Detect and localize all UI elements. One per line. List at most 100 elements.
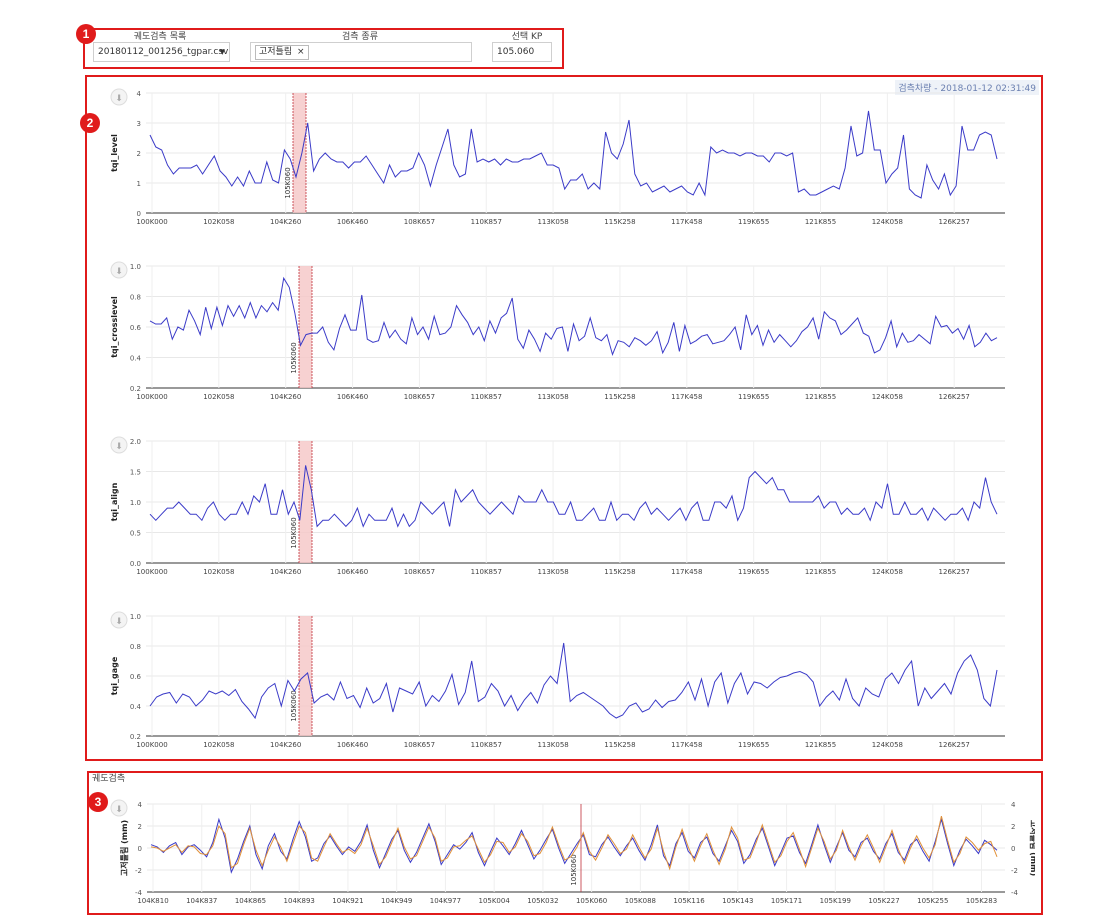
x-tick-label: 104K810 (137, 897, 168, 905)
y-axis-label: tqi_gage (110, 656, 119, 695)
x-tick-label: 110K857 (471, 393, 502, 401)
x-tick-label: 104K977 (430, 897, 461, 905)
x-tick-label: 104K260 (270, 741, 301, 749)
y-tick-label: 0.2 (130, 733, 141, 741)
x-tick-label: 119K655 (738, 741, 769, 749)
x-tick-label: 105K143 (722, 897, 753, 905)
x-tick-label: 104K837 (186, 897, 217, 905)
x-tick-label: 124K058 (872, 218, 903, 226)
x-tick-label: 124K058 (872, 568, 903, 576)
tqi-align-chart: ⬇ 0.0 0.5 1.0 1.5 2.0 100K000 102K058 104K260 106… (110, 436, 1005, 576)
download-icon[interactable]: ⬇ (110, 436, 128, 454)
y-tick-label: 0 (138, 845, 142, 853)
y-axis-label: tqi_crosslevel (110, 296, 119, 358)
y-tick-label: 2 (137, 150, 141, 158)
y-axis-label: tqi_align (110, 482, 119, 521)
x-tick-label: 126K257 (939, 393, 970, 401)
x-tick-label: 100K000 (136, 218, 167, 226)
selected-kp-highlight (293, 93, 306, 213)
series-line (149, 642, 998, 720)
x-tick-label: 113K058 (537, 218, 568, 226)
y-tick-label: 1.0 (130, 263, 141, 271)
download-icon[interactable]: ⬇ (110, 261, 128, 279)
x-tick-label: 100K000 (136, 568, 167, 576)
kp-marker-label: 105K060 (284, 167, 292, 198)
x-tick-label: 104K260 (270, 393, 301, 401)
x-tick-label: 104K921 (332, 897, 363, 905)
x-tick-label: 119K655 (738, 568, 769, 576)
y-tick-label: 0.0 (130, 560, 141, 568)
x-tick-label: 104K865 (235, 897, 266, 905)
y-tick-label: 0.6 (130, 673, 142, 681)
x-tick-label: 115K258 (604, 568, 635, 576)
x-tick-label: 108K657 (404, 741, 435, 749)
y-tick-label: 0 (137, 210, 141, 218)
x-tick-label: 115K258 (604, 393, 635, 401)
close-icon[interactable]: × (297, 47, 305, 57)
y-tick-label: 1.5 (130, 469, 141, 477)
y-tick-label: 0.8 (130, 294, 141, 302)
selected-kp-highlight (299, 616, 312, 736)
x-tick-label: 126K257 (939, 568, 970, 576)
x-tick-label: 105K088 (625, 897, 656, 905)
kp-marker-label: 105K060 (570, 854, 578, 885)
x-tick-label: 115K258 (604, 218, 635, 226)
x-tick-label: 110K857 (471, 741, 502, 749)
series-line (149, 276, 998, 357)
x-tick-label: 113K058 (537, 393, 568, 401)
x-tick-label: 121K855 (805, 218, 836, 226)
download-icon[interactable]: ⬇ (110, 88, 128, 106)
y2-tick-label: -4 (1011, 889, 1019, 897)
x-tick-label: 105K255 (917, 897, 948, 905)
y-tick-label: -2 (135, 867, 142, 875)
y-tick-label: 0.5 (130, 530, 141, 538)
inspection-type-label: 검측 종류 (342, 32, 378, 42)
svg-text:⬇: ⬇ (115, 94, 123, 104)
x-tick-label: 105K004 (478, 897, 510, 905)
x-tick-label: 102K058 (203, 741, 234, 749)
x-tick-label: 106K460 (337, 741, 368, 749)
x-tick-label: 110K857 (471, 218, 502, 226)
kp-input[interactable]: 105.060 (492, 42, 552, 62)
svg-text:⬇: ⬇ (115, 617, 123, 627)
x-tick-label: 106K460 (337, 568, 368, 576)
x-tick-label: 121K855 (805, 568, 836, 576)
selected-kp-highlight (299, 441, 312, 563)
track-geometry-chart: ⬇ -4 -4 -2 -2 0 0 2 2 4 4 104K810 104K837 104K865 104K… (110, 799, 1035, 905)
x-tick-label: 117K458 (671, 568, 702, 576)
x-tick-label: 105K283 (966, 897, 997, 905)
inspection-type-chip[interactable]: 고저틀림 × (255, 45, 309, 60)
x-tick-label: 105K171 (771, 897, 802, 905)
chevron-down-icon[interactable]: ▼ (220, 43, 225, 61)
x-tick-label: 106K460 (337, 393, 368, 401)
x-tick-label: 102K058 (203, 568, 234, 576)
x-tick-label: 105K199 (820, 897, 851, 905)
y-axis-label: tqi_level (110, 134, 119, 172)
download-icon[interactable]: ⬇ (110, 611, 128, 629)
x-tick-label: 124K058 (872, 393, 903, 401)
series-line (149, 465, 998, 528)
x-tick-label: 108K657 (404, 568, 435, 576)
y-tick-label: 2.0 (130, 438, 141, 446)
selected-kp-highlight (299, 266, 312, 388)
y-tick-label: 1 (137, 180, 141, 188)
track-list-select[interactable]: 20180112_001256_tgpar.csv ▼ (93, 42, 230, 62)
x-tick-label: 126K257 (939, 741, 970, 749)
x-tick-label: 117K458 (671, 393, 702, 401)
x-tick-label: 117K458 (671, 741, 702, 749)
x-tick-label: 119K655 (738, 393, 769, 401)
x-tick-label: 104K260 (270, 218, 301, 226)
inspection-type-field[interactable]: 고저틀림 × (250, 42, 472, 62)
y-axis-label: 고저틀림 (mm) (119, 820, 129, 876)
y-tick-label: 0.4 (130, 703, 142, 711)
inspection-type-chip-label: 고저틀림 (259, 47, 293, 57)
section-1-badge: 1 (76, 24, 96, 44)
svg-text:⬇: ⬇ (115, 267, 123, 277)
y-tick-label: 0.8 (130, 643, 141, 651)
y-tick-label: 0.6 (130, 324, 142, 332)
y-tick-label: 2 (138, 823, 142, 831)
download-icon[interactable]: ⬇ (110, 799, 128, 817)
x-tick-label: 121K855 (805, 741, 836, 749)
x-tick-label: 100K000 (136, 393, 167, 401)
tqi-crosslevel-chart: ⬇ 0.2 0.4 0.6 0.8 1.0 100K000 102K058 104K260 106… (110, 261, 1005, 401)
